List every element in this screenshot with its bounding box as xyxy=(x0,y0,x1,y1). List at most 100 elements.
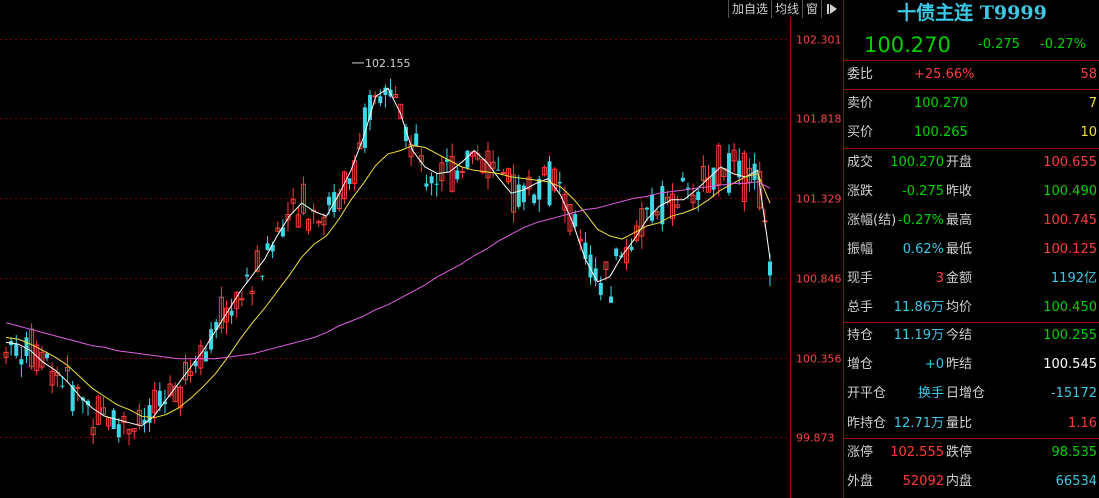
candle-body xyxy=(378,96,383,103)
candle-body xyxy=(629,246,634,251)
row-label: 增仓 xyxy=(847,357,874,372)
row-value: 1.16 xyxy=(1068,416,1097,431)
window-button[interactable]: 窗 xyxy=(801,0,821,18)
y-tick-label: 102.301 xyxy=(796,34,842,47)
candle-body xyxy=(24,337,29,357)
ma-line-button[interactable]: 均线 xyxy=(770,0,802,18)
candle-body xyxy=(644,207,649,210)
divider xyxy=(844,148,1099,149)
row-value: -0.275 xyxy=(902,184,944,199)
quote-row: 涨停 102.555 跌停 98.535 xyxy=(844,440,1099,466)
candle-body xyxy=(429,176,434,184)
buy-row[interactable]: 买价 100.265 10 xyxy=(844,120,1099,146)
candle-body xyxy=(424,183,429,187)
row-value: -0.27% xyxy=(898,213,944,228)
candle-body xyxy=(60,385,65,387)
row-value: 52092 xyxy=(902,474,944,489)
candle-body xyxy=(500,172,506,175)
quote-row: 外盘 52092 内盘 66534 xyxy=(844,469,1099,495)
candle-body xyxy=(239,298,245,301)
candle-body xyxy=(45,353,50,359)
price-change: -0.275 xyxy=(978,37,1020,52)
row-value: 66534 xyxy=(1055,474,1097,489)
row-value: 102.555 xyxy=(890,445,944,460)
buy-volume: 10 xyxy=(1080,125,1097,140)
y-tick-label: 100.356 xyxy=(796,353,842,366)
ma-line-ma5 xyxy=(5,87,771,427)
candle-body xyxy=(557,181,562,184)
candle-body xyxy=(521,185,526,203)
quote-row: 持仓 11.19万 今结 100.255 xyxy=(844,323,1099,349)
candle-body xyxy=(434,183,439,185)
buy-price: 100.265 xyxy=(914,125,968,140)
row-label: 开盘 xyxy=(946,155,973,170)
quote-row: 总手 11.86万 均价 100.450 xyxy=(844,295,1099,321)
y-tick-label: 99.873 xyxy=(796,432,835,445)
row-label: 昨持仓 xyxy=(847,416,887,431)
candle-body xyxy=(768,261,772,276)
candle-body xyxy=(19,359,24,365)
sell-price: 100.270 xyxy=(914,96,968,111)
row-value: 100.255 xyxy=(1043,328,1097,343)
candle-body xyxy=(327,196,332,206)
candle-body xyxy=(459,170,465,173)
price-line: 100.270 -0.275 -0.27% xyxy=(844,32,1099,58)
row-label: 最低 xyxy=(946,242,973,257)
row-value: 12.71万 xyxy=(893,416,944,431)
row-label: 昨收 xyxy=(946,184,973,199)
candle-body xyxy=(496,169,501,171)
wei-bi-row: 委比 +25.66% 58 xyxy=(844,62,1099,88)
row-label: 均价 xyxy=(946,300,973,315)
candle-body xyxy=(14,343,19,356)
row-value: 100.655 xyxy=(1043,155,1097,170)
last-price: 100.270 xyxy=(864,33,951,57)
candle-body xyxy=(111,410,116,430)
wei-bi-label: 委比 xyxy=(847,67,874,82)
row-label: 最高 xyxy=(946,213,973,228)
row-label: 涨幅(结) xyxy=(847,213,897,228)
candle-body xyxy=(685,187,690,189)
wei-cha-value: 58 xyxy=(1080,67,1097,82)
kline-chart-panel[interactable]: 102.301 101.818 101.329 100.846 100.356 99.87… xyxy=(0,0,842,498)
price-change-pct: -0.27% xyxy=(1040,37,1086,52)
quote-row: 昨持仓 12.71万 量比 1.16 xyxy=(844,411,1099,437)
row-label: 今结 xyxy=(946,328,973,343)
row-label: 涨跌 xyxy=(847,184,874,199)
row-value: 100.490 xyxy=(1043,184,1097,199)
row-value: 100.545 xyxy=(1043,357,1097,372)
row-label: 日增仓 xyxy=(946,386,986,401)
divider xyxy=(844,89,1099,90)
row-label: 总手 xyxy=(847,300,874,315)
sell-label: 卖价 xyxy=(847,96,874,111)
row-label: 昨结 xyxy=(946,357,973,372)
divider xyxy=(844,438,1099,439)
add-watchlist-button[interactable]: 加自选 xyxy=(727,0,771,18)
candle-body xyxy=(614,248,619,257)
row-value: 100.125 xyxy=(1043,242,1097,257)
row-value: 100.745 xyxy=(1043,213,1097,228)
sell-row[interactable]: 卖价 100.270 7 xyxy=(844,91,1099,117)
ma-line-ma60 xyxy=(5,181,771,360)
row-label: 成交 xyxy=(847,155,874,170)
candle-body xyxy=(414,133,419,146)
contract-title[interactable]: 十债主连 T9999 xyxy=(844,0,1099,26)
row-value: 0.62% xyxy=(902,242,944,257)
y-tick-label: 101.329 xyxy=(796,193,842,206)
quote-row: 涨跌 -0.275 昨收 100.490 xyxy=(844,179,1099,205)
row-value: 98.535 xyxy=(1051,445,1098,460)
row-value: 100.270 xyxy=(890,155,944,170)
candle-body xyxy=(465,150,470,168)
row-label: 跌停 xyxy=(946,445,973,460)
kline-chart[interactable]: 102.301 101.818 101.329 100.846 100.356 99.87… xyxy=(0,0,842,498)
row-label: 量比 xyxy=(946,416,973,431)
candle-body xyxy=(229,310,234,316)
candle-body xyxy=(598,282,603,295)
candle-body xyxy=(696,191,701,201)
row-value: 换手 xyxy=(917,386,944,401)
candle-body xyxy=(650,194,655,221)
quote-row: 振幅 0.62% 最低 100.125 xyxy=(844,237,1099,263)
wei-bi-value: +25.66% xyxy=(914,67,975,82)
candle-body xyxy=(455,170,460,180)
play-icon[interactable] xyxy=(821,0,842,18)
divider xyxy=(844,60,1099,61)
